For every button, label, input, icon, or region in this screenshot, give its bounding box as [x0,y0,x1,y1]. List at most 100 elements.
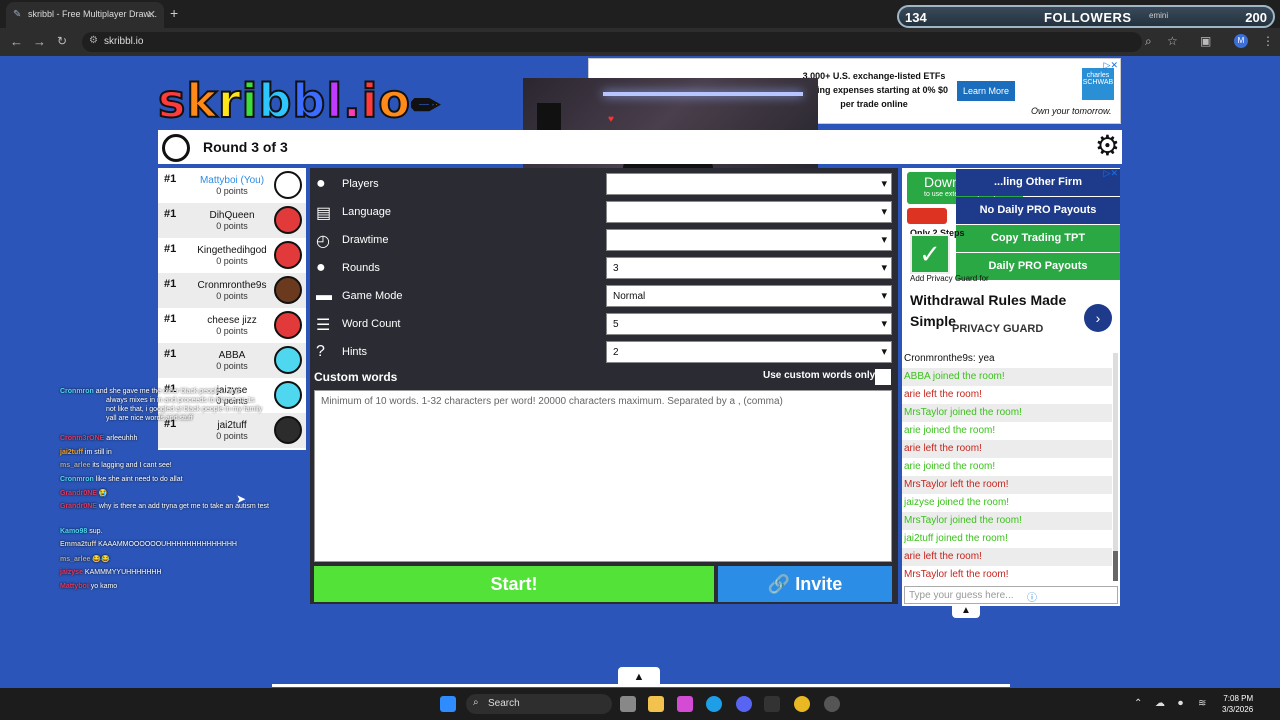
followers-count: 134 [905,10,927,25]
time: 7:08 PM [1223,694,1254,703]
player-rank: #1 [164,173,177,185]
taskbar-search[interactable]: ⌕ Search [466,694,612,714]
site-info-icon[interactable]: ⚙ [89,35,98,46]
taskbar-clock[interactable]: 7:08 PM 3/3/2026 [1222,693,1253,715]
stream-chat-text: KAMMMYYUHHHHHHH [84,569,162,576]
file-explorer-icon[interactable] [648,696,664,712]
settings-gear-icon[interactable]: ⚙ [1095,132,1120,160]
player-row[interactable]: #1 DihQueen 0 points [158,203,306,238]
setting-select[interactable] [606,229,892,251]
player-row[interactable]: #1 Cronmronthe9s 0 points [158,273,306,308]
tray-cloud-icon[interactable]: ☁ [1155,698,1165,709]
info-icon[interactable]: ⓘ [1027,589,1037,604]
copilot-icon[interactable] [677,696,693,712]
round-label: Round 3 of 3 [203,139,288,155]
setting-row-rounds: ● Rounds 3 [314,256,894,282]
stream-chat-user: Cronm3rONE [60,435,105,442]
profile-avatar[interactable]: M [1234,34,1248,48]
setting-select[interactable] [606,173,892,195]
lobby-settings-panel: ● Players ▤ Language ◴ Drawtime ● Rounds 3 ▬ Game … [310,168,898,604]
player-points: 0 points [216,221,248,231]
stream-chat-text: not like that, i googled at black people… [106,406,263,413]
ad-choices-icon[interactable]: ▷✕ [1104,60,1118,71]
setting-select[interactable]: Normal [606,285,892,307]
new-tab-icon[interactable]: + [170,5,178,21]
chat-message: arie left the room! [904,389,982,400]
guess-input[interactable]: Type your guess here... ⓘ [904,586,1118,604]
chat-message: arie joined the room! [904,425,996,436]
led-strip [603,92,803,96]
chat-collapse-icon[interactable]: ▲ [952,604,980,618]
invite-label: Invite [795,574,843,594]
followers-goal-overlay: 134 FOLLOWERS emini 200 [897,5,1275,28]
stream-chat-text: like she aint need to do allat [95,476,183,483]
stream-chat-user: Cronmron [60,388,94,395]
invite-button[interactable]: 🔗 Invite [718,566,892,602]
ad-choices-icon-2[interactable]: ▷✕ [1104,168,1118,179]
setting-select[interactable]: 5 [606,313,892,335]
player-row[interactable]: #1 ABBA 0 points [158,343,306,378]
reload-icon[interactable]: ↻ [57,34,67,48]
person-icon: ● [316,175,326,192]
setting-label: Game Mode [342,290,403,302]
chat-message: MrsTaylor left the room! [904,569,1009,580]
use-custom-words-label: Use custom words only [763,370,876,381]
chat-scrollbar[interactable] [1113,353,1118,581]
setting-select[interactable]: 3 [606,257,892,279]
stream-chat-user: Grandr0NE [60,490,97,497]
setting-row-hints: ? Hints 2 [314,340,894,366]
hints-icon: ? [316,343,325,360]
promo-btn-other-firm[interactable]: ...ling Other Firm [956,169,1120,196]
drawtime-icon: ◴ [316,233,330,250]
browser-tab[interactable]: ✎ skribbl - Free Multiplayer Draw... ✕ [6,2,164,28]
back-icon[interactable]: ← [10,34,23,49]
tray-mic-icon[interactable]: ⏺ [1178,698,1183,709]
player-points: 0 points [216,256,248,266]
use-custom-words-checkbox[interactable] [875,369,891,385]
player-row[interactable]: #1 Mattyboi (You) 0 points [158,168,306,203]
chrome-icon[interactable] [794,696,810,712]
privacy-guard-ad[interactable]: Downloadto use extension (Free) ...ling … [902,168,1120,350]
promo-btn-copy-trading[interactable]: Copy Trading TPT [956,225,1120,252]
link-icon: 🔗 [767,574,796,594]
followers-label: FOLLOWERS [1044,10,1132,25]
stream-chat-message: Mattyboi yo kamo [60,583,360,590]
menu-icon[interactable]: ⋮ [1262,34,1274,48]
obs-icon[interactable] [764,696,780,712]
ad-learn-more-button[interactable]: Learn More [957,81,1016,101]
tab-search-icon[interactable]: ▣ [1200,34,1211,48]
stream-chat-text: 😂😂 [92,556,110,563]
player-avatar [274,206,302,234]
player-row[interactable]: #1 cheese jizz 0 points [158,308,306,343]
bookmark-star-icon[interactable]: ☆ [1167,34,1178,48]
start-button[interactable]: Start! [314,566,714,602]
settings-app-icon[interactable] [824,696,840,712]
chat-scroll-thumb[interactable] [1113,551,1118,581]
chat-message: ABBA joined the room! [902,368,1112,386]
discord-icon[interactable] [736,696,752,712]
tray-chevron-icon[interactable]: ⌃ [1134,698,1142,709]
chat-message: jai2tuff joined the room! [904,533,1008,544]
stream-chat-message: Emma2tuff KAAAMMOOOOOOUHHHHHHHHHHHHHH [60,541,360,548]
url-field[interactable]: ⚙ skribbl.io [82,32,1142,52]
ad-tagline: Own your tomorrow. [1031,106,1112,116]
edge-icon[interactable] [706,696,722,712]
close-tab-icon[interactable]: ✕ [147,8,156,21]
wordcount-icon: ☰ [316,317,331,334]
zoom-icon[interactable]: ⌕ [1145,34,1152,49]
tray-wifi-icon[interactable]: ≋ [1198,698,1206,709]
stream-chat-user: Mattyboi [60,583,89,590]
player-name: cheese jizz [207,315,257,326]
setting-label: Players [342,178,379,190]
player-row[interactable]: #1 Kingethedihgod 0 points [158,238,306,273]
promo-btn-no-payouts[interactable]: No Daily PRO Payouts [956,197,1120,224]
start-menu-icon[interactable] [440,696,456,712]
forward-icon[interactable]: → [33,34,46,49]
skribbl-favicon-icon: ✎ [13,9,22,20]
next-arrow-icon[interactable]: › [1084,304,1112,332]
setting-select[interactable]: 2 [606,341,892,363]
player-name: Kingethedihgod [197,245,267,256]
setting-select[interactable] [606,201,892,223]
add-privacy-guard-text: Add Privacy Guard for [910,274,989,283]
task-view-icon[interactable] [620,696,636,712]
